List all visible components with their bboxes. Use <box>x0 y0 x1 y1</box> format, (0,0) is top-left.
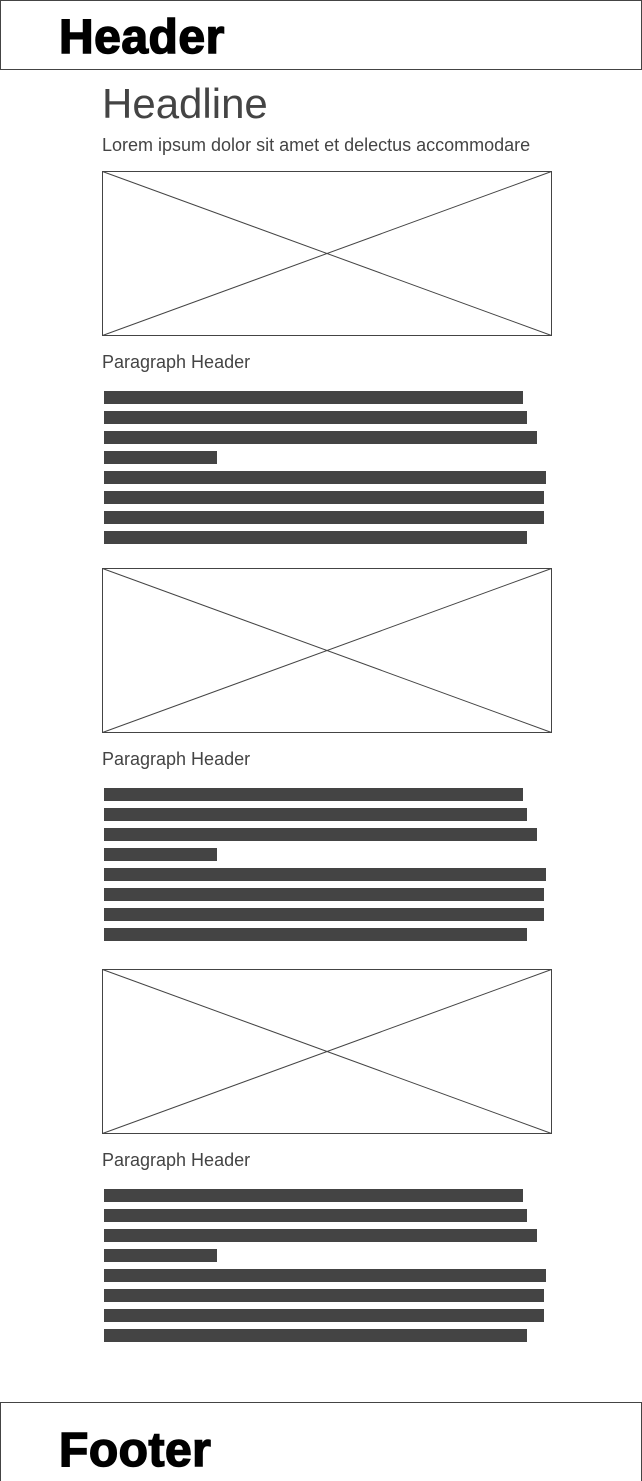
text-placeholder-line <box>104 828 537 841</box>
text-placeholder-block <box>104 391 550 551</box>
text-placeholder-line <box>104 1229 537 1242</box>
text-placeholder-line <box>104 1189 523 1202</box>
text-placeholder-line <box>104 888 544 901</box>
footer-bar: Footer <box>0 1402 642 1481</box>
text-placeholder-line <box>104 1249 217 1262</box>
text-placeholder-line <box>104 431 537 444</box>
text-placeholder-line <box>104 1309 544 1322</box>
text-placeholder-line <box>104 788 523 801</box>
text-placeholder-line <box>104 471 546 484</box>
text-placeholder-line <box>104 511 544 524</box>
text-placeholder-line <box>104 908 544 921</box>
text-placeholder-line <box>104 1269 546 1282</box>
text-placeholder-line <box>104 411 527 424</box>
header-title: Header <box>58 11 225 64</box>
page-headline: Headline <box>102 80 268 127</box>
page-subline: Lorem ipsum dolor sit amet et delectus a… <box>102 135 531 155</box>
text-placeholder-line <box>104 848 217 861</box>
text-placeholder-line <box>104 1289 544 1302</box>
text-placeholder-line <box>104 491 544 504</box>
text-placeholder-block <box>104 1189 550 1349</box>
image-placeholder-icon <box>102 568 552 733</box>
paragraph-header: Paragraph Header <box>102 1150 251 1170</box>
paragraph-header: Paragraph Header <box>102 749 251 769</box>
text-placeholder-line <box>104 391 523 404</box>
header-bar: Header <box>0 0 642 70</box>
paragraph-header: Paragraph Header <box>102 352 251 372</box>
text-placeholder-line <box>104 531 527 544</box>
image-placeholder-icon <box>102 171 552 336</box>
text-placeholder-block <box>104 788 550 948</box>
text-placeholder-line <box>104 808 527 821</box>
image-placeholder-icon <box>102 969 552 1134</box>
text-placeholder-line <box>104 928 527 941</box>
text-placeholder-line <box>104 868 546 881</box>
text-placeholder-line <box>104 451 217 464</box>
footer-title: Footer <box>58 1424 212 1477</box>
text-placeholder-line <box>104 1329 527 1342</box>
text-placeholder-line <box>104 1209 527 1222</box>
